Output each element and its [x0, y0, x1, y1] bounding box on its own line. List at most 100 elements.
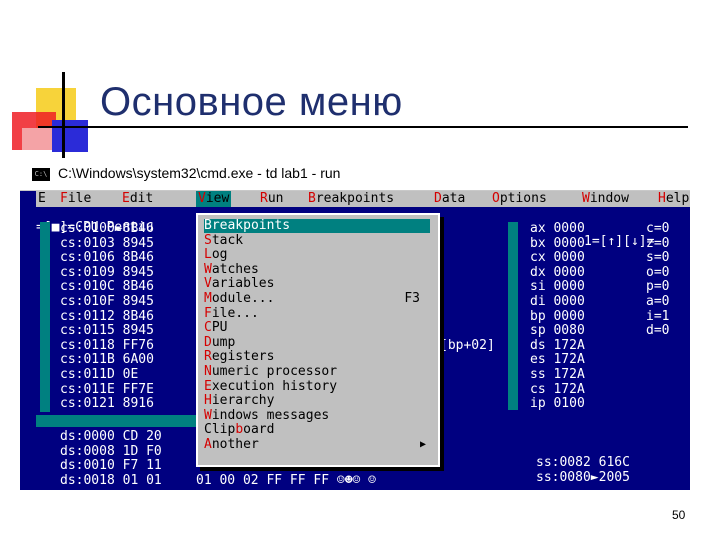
register-bx[interactable]: bx 0000: [530, 235, 585, 252]
hotkey-letter: C: [204, 320, 212, 336]
slide-number: 50: [672, 508, 686, 522]
decor-horizontal-line: [38, 126, 688, 128]
hotkey-letter: A: [204, 437, 212, 452]
code-line[interactable]: cs:0115 8945: [60, 324, 154, 339]
code-line[interactable]: cs:010C 8B46: [60, 280, 154, 295]
menu-view[interactable]: View: [196, 191, 232, 207]
register-value: 0000: [553, 221, 585, 236]
flag-item[interactable]: d=0: [646, 324, 669, 339]
menu-options[interactable]: Options: [490, 191, 549, 207]
code-line[interactable]: cs:0109 8945: [60, 265, 154, 281]
code-line[interactable]: cs:0100►8B46: [60, 221, 154, 237]
view-menu-item-execution-history[interactable]: Execution history: [204, 379, 430, 394]
dump-line[interactable]: ds:0018 01 01: [60, 473, 162, 489]
register-name: es: [530, 352, 554, 368]
code-line[interactable]: cs:011B 6A00: [60, 353, 154, 368]
menu-run[interactable]: Run: [258, 191, 285, 207]
flag-item[interactable]: a=0: [646, 294, 669, 310]
flag-item[interactable]: i=1: [646, 309, 669, 325]
register-si[interactable]: si 0000: [530, 280, 585, 295]
menu-help[interactable]: Help: [656, 191, 690, 207]
bp-hint: [bp+02]: [440, 338, 495, 353]
view-menu-item-module[interactable]: Module... F3: [204, 292, 430, 306]
hotkey-letter: N: [204, 364, 212, 379]
menu-window[interactable]: Window: [580, 191, 631, 207]
register-es[interactable]: es 172A: [530, 353, 585, 368]
code-scrollbar[interactable]: [508, 222, 518, 410]
flag-item[interactable]: z=0: [646, 236, 669, 252]
console-window[interactable]: C:\ C:\Windows\system32\cmd.exe - td lab…: [20, 158, 690, 490]
register-name: ip: [530, 396, 554, 412]
hotkey-letter: E: [122, 191, 130, 206]
view-menu-item-another[interactable]: Another ▶: [204, 438, 430, 452]
register-sp[interactable]: sp 0080: [530, 323, 585, 339]
register-di[interactable]: di 0000: [530, 294, 585, 310]
register-value: 0000: [553, 235, 585, 251]
register-cs[interactable]: cs 172A: [530, 381, 585, 398]
view-dropdown-menu[interactable]: Breakpoints Stack Log Watches Variables Modul…: [196, 213, 440, 467]
menu-bar: E File Edit View Run Breakpoints Data Options Wi…: [36, 191, 690, 207]
code-line[interactable]: cs:011E FF7E: [60, 382, 154, 398]
stack-line[interactable]: ss:0082 616C: [536, 455, 630, 471]
menu-file[interactable]: File: [58, 191, 93, 207]
view-menu-item-watches[interactable]: Watches: [204, 262, 430, 277]
register-name: si: [530, 279, 554, 295]
register-value: 172A: [553, 381, 585, 397]
register-cx[interactable]: cx 0000: [530, 250, 585, 266]
register-name: ds: [530, 337, 554, 353]
left-scrollbar[interactable]: [40, 222, 50, 412]
register-bp[interactable]: bp 0000: [530, 308, 585, 325]
shortcut-key: F3: [404, 291, 420, 306]
register-dx[interactable]: dx 0000: [530, 265, 585, 281]
register-value: 0000: [553, 294, 585, 309]
register-name: ss: [530, 367, 554, 382]
flag-item[interactable]: s=0: [646, 251, 669, 266]
menu-data[interactable]: Data: [432, 191, 467, 207]
dump-line[interactable]: ds:0008 1D F0: [60, 444, 162, 460]
code-line[interactable]: cs:0106 8B46: [60, 251, 154, 266]
view-menu-item-windows-messages[interactable]: Windows messages: [204, 408, 430, 423]
view-menu-item-file[interactable]: File...: [204, 306, 430, 321]
cpu-pane-controls[interactable]: 1=[↑][↓]=: [584, 234, 654, 250]
window-titlebar[interactable]: C:\ C:\Windows\system32\cmd.exe - td lab…: [20, 158, 690, 191]
hotkey-letter: L: [204, 247, 212, 263]
register-ip[interactable]: ip 0100: [530, 396, 585, 412]
view-menu-item-stack[interactable]: Stack: [204, 233, 430, 248]
view-menu-item-variables[interactable]: Variables: [204, 277, 430, 291]
view-menu-item-numeric-processor[interactable]: Numeric processor: [204, 365, 430, 379]
view-menu-item-clipboard[interactable]: Clipboard: [204, 423, 430, 437]
view-menu-item-registers[interactable]: Registers: [204, 350, 430, 364]
view-menu-item-dump[interactable]: Dump: [204, 335, 430, 350]
dump-line[interactable]: ds:0000 CD 20: [60, 429, 162, 445]
register-ss[interactable]: ss 172A: [530, 367, 585, 383]
code-line[interactable]: cs:011D 0E: [60, 367, 138, 383]
view-menu-item-log[interactable]: Log: [204, 248, 430, 262]
debugger-screen[interactable]: E File Edit View Run Breakpoints Data Options Wi…: [20, 191, 690, 490]
menu-e[interactable]: E: [36, 191, 48, 207]
code-line[interactable]: cs:0118 FF76: [60, 338, 154, 354]
register-value: 0000: [553, 279, 585, 295]
menu-breakpoints[interactable]: Breakpoints: [306, 191, 396, 207]
register-ds[interactable]: ds 172A: [530, 337, 585, 354]
view-menu-item-breakpoints[interactable]: Breakpoints: [204, 219, 430, 233]
register-value: 0000: [553, 308, 585, 324]
code-line[interactable]: cs:0121 8916: [60, 397, 154, 412]
register-value: 0000: [553, 250, 585, 266]
stack-line[interactable]: ss:0080►2005: [536, 470, 630, 486]
dump-line[interactable]: ds:0010 F7 11: [60, 459, 162, 474]
hotkey-letter: M: [204, 291, 212, 306]
register-ax[interactable]: ax 0000: [530, 221, 585, 237]
menu-edit[interactable]: Edit: [120, 191, 155, 207]
flag-item[interactable]: o=0: [646, 265, 669, 281]
code-line[interactable]: cs:0103 8945: [60, 236, 154, 252]
view-menu-item-cpu[interactable]: CPU: [204, 321, 430, 335]
code-line[interactable]: cs:010F 8945: [60, 294, 154, 310]
hotkey-letter: B: [204, 218, 212, 233]
code-line[interactable]: cs:0112 8B46: [60, 309, 154, 325]
register-name: cs: [530, 381, 554, 397]
view-menu-item-hierarchy[interactable]: Hierarchy: [204, 394, 430, 408]
register-value: 0080: [553, 323, 585, 339]
flag-item[interactable]: p=0: [646, 280, 669, 295]
flag-item[interactable]: c=0: [646, 221, 669, 237]
slide-title: Основное меню: [100, 80, 403, 124]
